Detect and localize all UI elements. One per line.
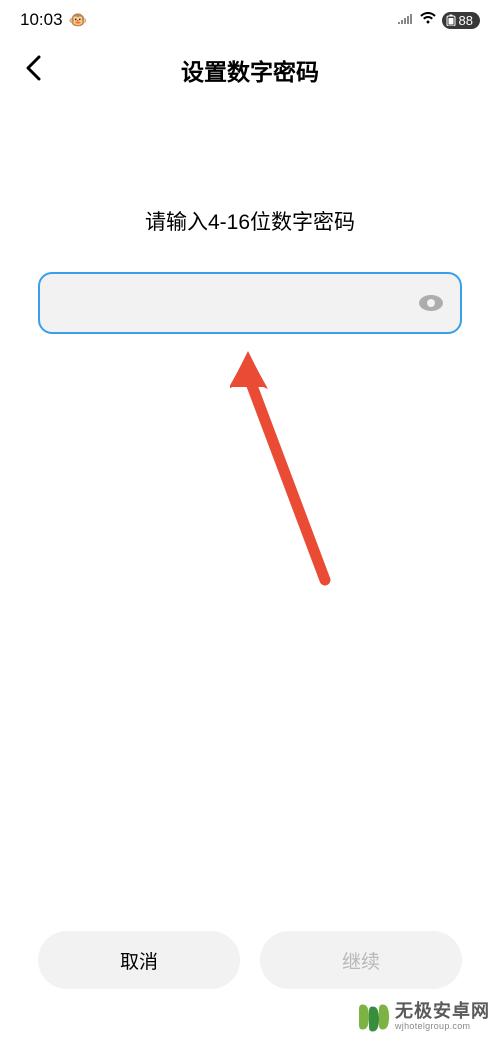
watermark-title: 无极安卓网 [395,1002,490,1022]
bottom-button-bar: 取消 继续 [0,931,500,989]
watermark-text: 无极安卓网 wjhotelgroup.com [395,1002,490,1032]
annotation-arrow-icon [230,345,350,610]
prompt-text: 请输入4-16位数字密码 [38,206,462,236]
status-right: 88 [398,11,480,29]
status-notification-icon: 🐵 [69,11,88,29]
battery-indicator: 88 [442,12,480,29]
navigation-bar: 设置数字密码 [0,36,500,96]
continue-button[interactable]: 继续 [260,931,462,989]
battery-percent: 88 [459,13,473,28]
back-button[interactable] [24,54,42,87]
signal-icon [398,11,414,29]
content-area: 请输入4-16位数字密码 [0,206,500,334]
password-field-container [38,272,462,334]
page-title: 设置数字密码 [20,53,480,87]
cancel-button[interactable]: 取消 [38,931,240,989]
watermark-logo-icon [355,999,391,1035]
toggle-visibility-icon[interactable] [418,294,444,312]
watermark-url: wjhotelgroup.com [395,1022,490,1032]
password-input[interactable] [56,293,418,314]
wifi-icon [419,11,437,29]
status-bar: 10:03 🐵 88 [0,0,500,36]
watermark: 无极安卓网 wjhotelgroup.com [355,999,490,1035]
status-time: 10:03 [20,10,63,30]
status-left: 10:03 🐵 [20,10,87,30]
